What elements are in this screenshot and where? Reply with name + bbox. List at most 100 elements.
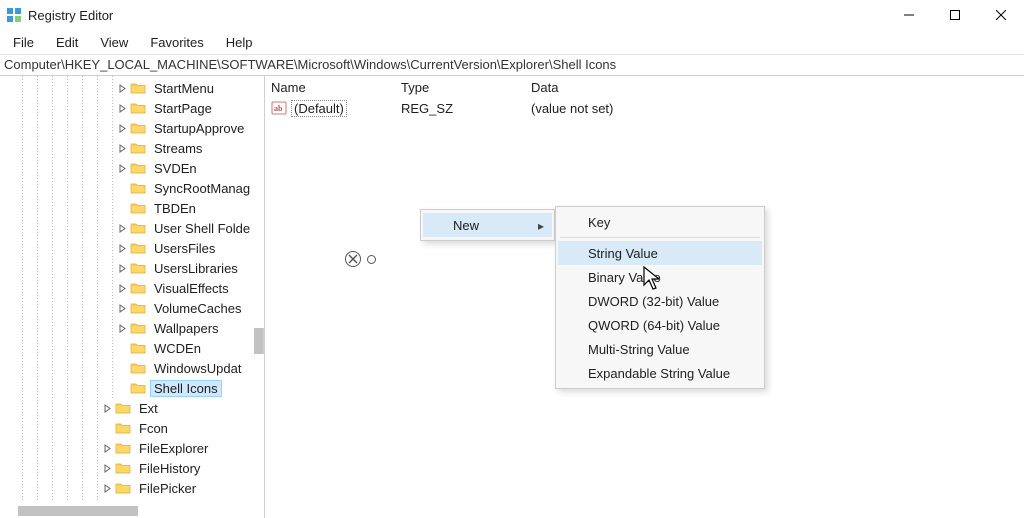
overlay-circle-x (345, 251, 361, 267)
folder-icon (115, 400, 131, 416)
chevron-right-icon[interactable] (115, 101, 129, 115)
tree-item-label: FileExplorer (135, 440, 212, 457)
folder-icon (130, 140, 146, 156)
values-columns: Name Type Data (265, 76, 1024, 98)
tree-item[interactable]: VolumeCaches (0, 298, 264, 318)
value-row[interactable]: ab(Default) REG_SZ(value not set) (265, 98, 1024, 118)
tree-item[interactable]: VisualEffects (0, 278, 264, 298)
submenu-dword-value[interactable]: DWORD (32-bit) Value (558, 289, 762, 313)
close-button[interactable] (978, 0, 1024, 30)
overlay-circle (367, 255, 376, 264)
submenu-qword-value[interactable]: QWORD (64-bit) Value (558, 313, 762, 337)
submenu-string-value[interactable]: String Value (558, 241, 762, 265)
tree-item-label: TBDEn (150, 200, 200, 217)
col-name[interactable]: Name (265, 80, 395, 95)
tree-item[interactable]: Wallpapers (0, 318, 264, 338)
context-menu-new[interactable]: New ▸ (423, 213, 552, 237)
chevron-right-icon[interactable] (115, 321, 129, 335)
folder-icon (130, 200, 146, 216)
chevron-right-icon[interactable] (115, 141, 129, 155)
folder-icon (130, 340, 146, 356)
folder-icon (115, 440, 131, 456)
tree-scrollbar-vertical[interactable] (254, 328, 264, 354)
folder-icon (115, 420, 131, 436)
context-submenu-new[interactable]: Key String Value Binary Value DWORD (32-… (555, 206, 765, 389)
menu-help[interactable]: Help (215, 32, 264, 53)
chevron-right-icon[interactable] (100, 401, 114, 415)
tree-item[interactable]: User Shell Folde (0, 218, 264, 238)
tree-pane[interactable]: StartMenuStartPage StartupApprove Streams S… (0, 76, 265, 518)
menu-favorites[interactable]: Favorites (139, 32, 214, 53)
chevron-right-icon[interactable] (115, 81, 129, 95)
tree-item[interactable]: SyncRootManag (0, 178, 264, 198)
folder-icon (130, 220, 146, 236)
tree-item[interactable]: UsersLibraries (0, 258, 264, 278)
chevron-right-icon[interactable] (100, 481, 114, 495)
submenu-binary-value[interactable]: Binary Value (558, 265, 762, 289)
chevron-right-icon[interactable] (115, 301, 129, 315)
tree-item[interactable]: WindowsUpdat (0, 358, 264, 378)
value-name: (Default) (291, 100, 347, 117)
string-value-icon: ab (271, 100, 287, 116)
folder-icon (130, 360, 146, 376)
submenu-expandablestring-value[interactable]: Expandable String Value (558, 361, 762, 385)
window-title: Registry Editor (28, 8, 113, 23)
tree-item-label: UsersFiles (150, 240, 219, 257)
submenu-multistring-value[interactable]: Multi-String Value (558, 337, 762, 361)
folder-icon (130, 240, 146, 256)
chevron-right-icon[interactable] (115, 241, 129, 255)
values-pane[interactable]: Name Type Data ab(Default) REG_SZ(value n… (265, 76, 1024, 518)
tree-item-label: UsersLibraries (150, 260, 242, 277)
chevron-right-icon[interactable] (115, 261, 129, 275)
tree-item[interactable]: StartPage (0, 98, 264, 118)
tree-item-label: StartMenu (150, 80, 218, 97)
context-menu-new-label: New (453, 218, 479, 233)
chevron-right-icon[interactable] (100, 461, 114, 475)
col-data[interactable]: Data (525, 80, 1024, 95)
chevron-right-icon[interactable] (115, 221, 129, 235)
maximize-button[interactable] (932, 0, 978, 30)
tree-item[interactable]: FileExplorer (0, 438, 264, 458)
chevron-right-icon[interactable] (115, 281, 129, 295)
tree-scrollbar-horizontal[interactable] (18, 506, 138, 516)
tree-item[interactable]: Streams (0, 138, 264, 158)
tree-item-label: FileHistory (135, 460, 204, 477)
menu-file[interactable]: File (2, 32, 45, 53)
tree-item[interactable]: StartupApprove (0, 118, 264, 138)
folder-icon (130, 280, 146, 296)
value-type: REG_SZ (395, 101, 525, 116)
tree-item[interactable]: UsersFiles (0, 238, 264, 258)
chevron-right-icon[interactable] (115, 121, 129, 135)
chevron-right-icon[interactable] (115, 161, 129, 175)
folder-icon (130, 320, 146, 336)
tree-item-label: FilePicker (135, 480, 200, 497)
menu-edit[interactable]: Edit (45, 32, 89, 53)
address-bar[interactable]: Computer\HKEY_LOCAL_MACHINE\SOFTWARE\Mic… (0, 54, 1024, 76)
tree-item[interactable]: TBDEn (0, 198, 264, 218)
tree-item[interactable]: FilePicker (0, 478, 264, 498)
tree-item-label: StartupApprove (150, 120, 248, 137)
tree-item[interactable]: Fcon (0, 418, 264, 438)
tree-item-label: Shell Icons (150, 380, 222, 397)
tree-item-label: SVDEn (150, 160, 201, 177)
menu-view[interactable]: View (89, 32, 139, 53)
folder-icon (130, 180, 146, 196)
titlebar: Registry Editor (0, 0, 1024, 30)
tree-item[interactable]: FileHistory (0, 458, 264, 478)
tree-item-label: VisualEffects (150, 280, 233, 297)
chevron-right-icon[interactable] (100, 441, 114, 455)
col-type[interactable]: Type (395, 80, 525, 95)
tree-item-label: Streams (150, 140, 206, 157)
value-data: (value not set) (525, 101, 1024, 116)
tree-item[interactable]: StartMenu (0, 78, 264, 98)
tree-item[interactable]: SVDEn (0, 158, 264, 178)
menu-separator (560, 237, 760, 238)
submenu-key[interactable]: Key (558, 210, 762, 234)
tree-item[interactable]: WCDEn (0, 338, 264, 358)
tree-item[interactable]: Ext (0, 398, 264, 418)
chevron-right-icon: ▸ (538, 219, 544, 233)
minimize-button[interactable] (886, 0, 932, 30)
context-menu[interactable]: New ▸ (420, 209, 555, 241)
folder-icon (130, 260, 146, 276)
tree-item[interactable]: Shell Icons (0, 378, 264, 398)
